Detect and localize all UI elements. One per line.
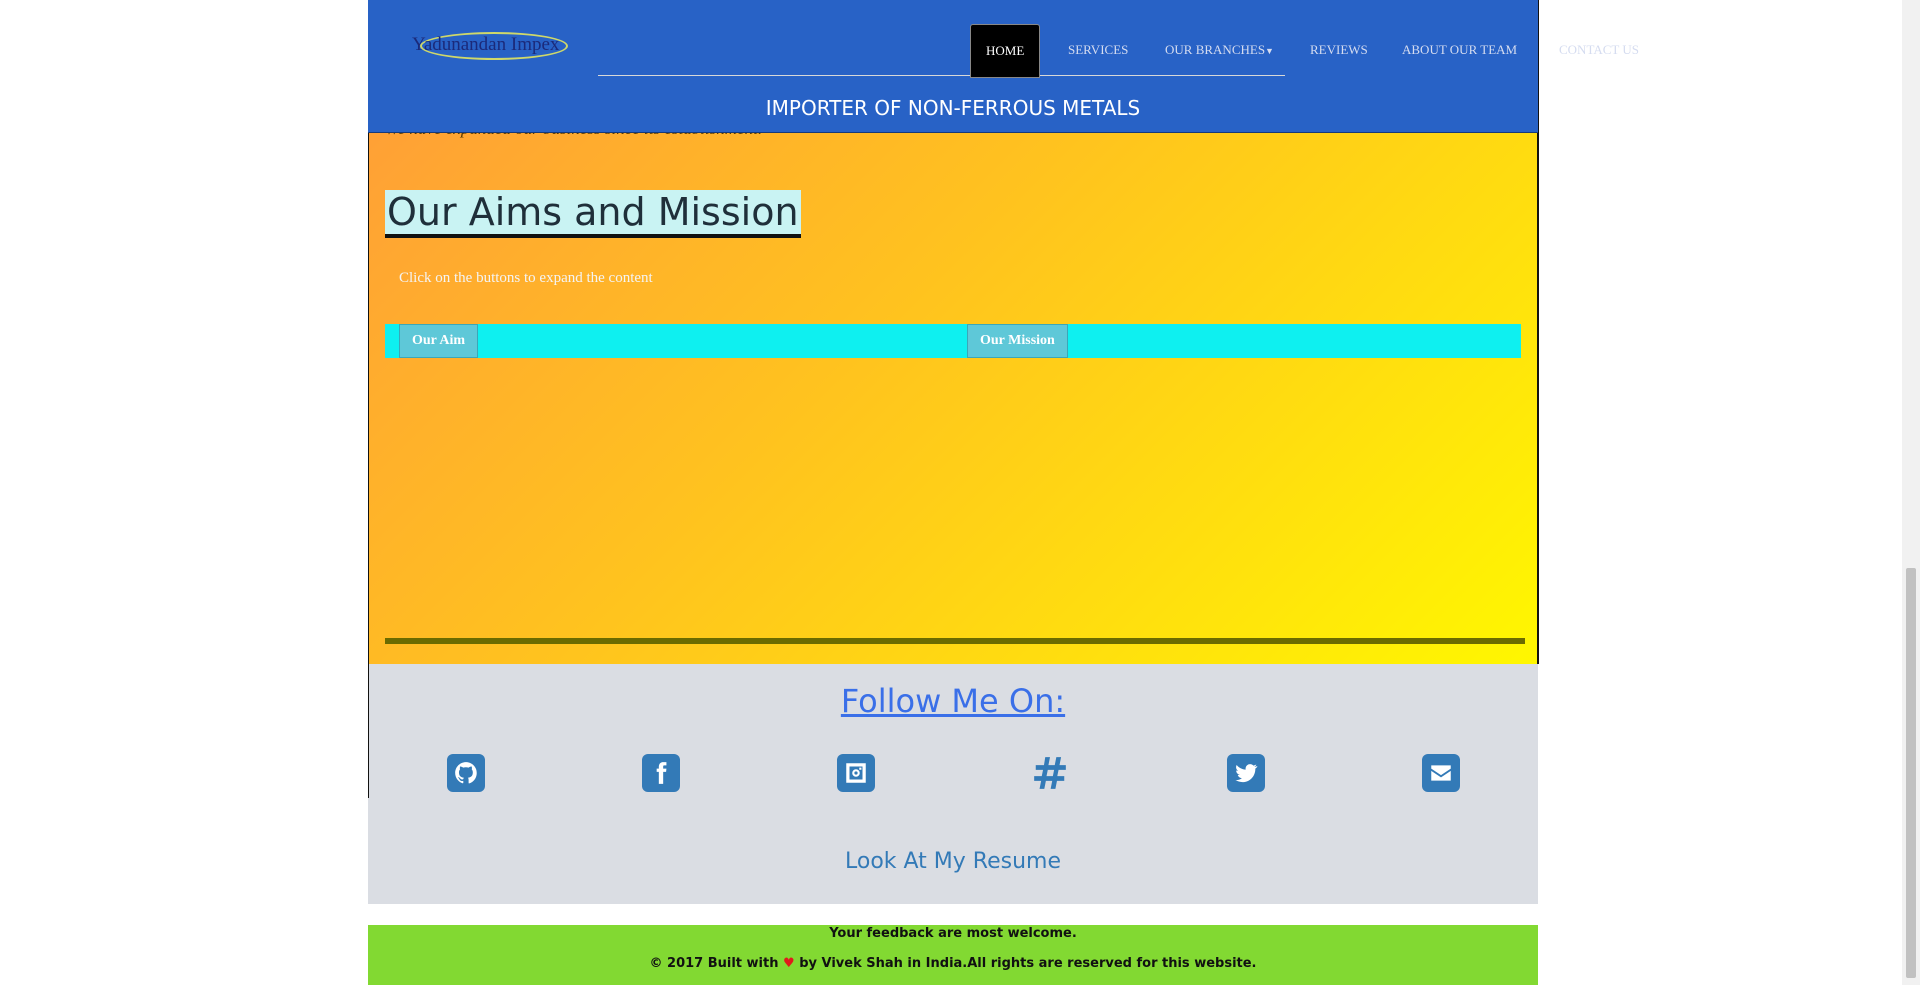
- brand-logo[interactable]: Yadunandan Impex: [412, 30, 572, 66]
- follow-title[interactable]: Follow Me On:: [368, 682, 1538, 720]
- slack-icon[interactable]: [1031, 754, 1069, 792]
- copyright-suffix: by Vivek Shah in India.All rights are re…: [799, 956, 1257, 971]
- nav-item-reviews[interactable]: REVIEWS: [1310, 24, 1368, 76]
- nav-item-home[interactable]: HOME: [970, 24, 1041, 78]
- tagline: IMPORTER OF NON-FERROUS METALS: [765, 96, 1141, 120]
- feedback-text: Your feedback are most welcome.: [829, 926, 1077, 941]
- github-icon[interactable]: [447, 754, 485, 792]
- hint-text: Click on the buttons to expand the conte…: [399, 270, 653, 286]
- nav-item-services[interactable]: SERVICES: [1068, 24, 1128, 76]
- footer: Your feedback are most welcome. © 2017 B…: [368, 925, 1538, 985]
- section-title: Our Aims and Mission: [385, 190, 801, 238]
- caret-down-icon: ▼: [1265, 46, 1274, 56]
- tab-bar: Our Aim Our Mission: [385, 324, 1521, 358]
- scrollbar-thumb[interactable]: [1906, 568, 1916, 978]
- nav-item-our-branches[interactable]: OUR BRANCHES▼: [1165, 24, 1274, 76]
- navbar: Yadunandan Impex HOME SERVICES OUR BRANC…: [368, 0, 1639, 133]
- heart-icon: ♥: [783, 956, 795, 971]
- follow-section: Follow Me On: Look At My Resume: [368, 664, 1538, 904]
- nav-item-about-our-team[interactable]: ABOUT OUR TEAM: [1402, 24, 1517, 76]
- divider: [385, 638, 1525, 644]
- page: We have expanded our business since its …: [368, 0, 1639, 985]
- nav-item-contact-us[interactable]: CONTACT US: [1559, 24, 1639, 76]
- resume-link[interactable]: Look At My Resume: [368, 849, 1538, 874]
- email-icon[interactable]: [1422, 754, 1460, 792]
- our-mission-button[interactable]: Our Mission: [967, 324, 1068, 358]
- instagram-icon[interactable]: [837, 754, 875, 792]
- nav-item-our-branches-label: OUR BRANCHES: [1165, 42, 1266, 57]
- facebook-icon[interactable]: [642, 754, 680, 792]
- our-aim-button[interactable]: Our Aim: [399, 324, 479, 358]
- twitter-icon[interactable]: [1227, 754, 1265, 792]
- scrollbar[interactable]: [1902, 0, 1920, 985]
- brand-text: Yadunandan Impex: [412, 34, 560, 55]
- copyright-text: © 2017 Built with ♥ by Vivek Shah in Ind…: [368, 956, 1538, 971]
- copyright-prefix: © 2017 Built with: [649, 956, 779, 971]
